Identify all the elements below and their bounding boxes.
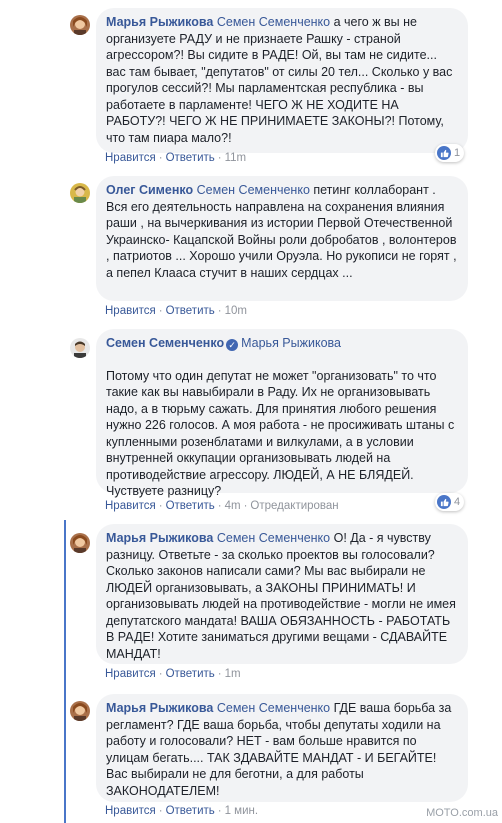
comment-actions: Нравится · Ответить · 1m — [105, 668, 241, 680]
avatar[interactable] — [70, 183, 90, 203]
avatar[interactable] — [70, 701, 90, 721]
author-name[interactable]: Марья Рыжикова — [106, 531, 213, 545]
author-name[interactable]: Марья Рыжикова — [106, 15, 213, 29]
reaction-count[interactable]: 4 — [435, 493, 465, 511]
avatar[interactable] — [70, 338, 90, 358]
timestamp[interactable]: 1 мин. — [225, 805, 258, 817]
comment-text: Потому что один депутат не может "органи… — [106, 368, 455, 499]
like-link[interactable]: Нравится — [105, 668, 156, 680]
comment-actions: Нравится · Ответить · 11m — [105, 152, 247, 164]
comment-bubble: Марья Рыжикова Семен Семенченко а чего ж… — [96, 8, 468, 153]
reply-link[interactable]: Ответить — [166, 805, 215, 817]
site-watermark: MOTO.com.ua — [426, 807, 498, 819]
reply-link[interactable]: Ответить — [166, 668, 215, 680]
timestamp[interactable]: 4m — [225, 500, 241, 512]
comment-header: Семен Семенченко ✓ Марья Рыжикова — [106, 335, 458, 352]
thread-indicator — [64, 520, 66, 823]
mention-link[interactable]: Марья Рыжикова — [241, 336, 341, 350]
reply-link[interactable]: Ответить — [166, 305, 215, 317]
verified-badge-icon: ✓ — [226, 339, 239, 351]
like-link[interactable]: Нравится — [105, 500, 156, 512]
comment-bubble: Олег Сименко Семен Семенченко петинг кол… — [96, 176, 468, 301]
mention-link[interactable]: Семен Семенченко — [217, 531, 330, 545]
timestamp[interactable]: 1m — [225, 668, 241, 680]
timestamp[interactable]: 10m — [225, 305, 247, 317]
thumbs-up-icon — [437, 146, 451, 160]
comment-bubble: Марья Рыжикова Семен Семенченко О! Да - … — [96, 524, 468, 664]
reply-link[interactable]: Ответить — [166, 500, 215, 512]
reaction-number: 4 — [454, 496, 461, 508]
reply-link[interactable]: Ответить — [166, 152, 215, 164]
comment-actions: Нравится · Ответить · 4m · Отредактирован — [105, 500, 339, 512]
comment-actions: Нравится · Ответить · 10m — [105, 305, 247, 317]
comment-bubble: Марья Рыжикова Семен Семенченко ГДЕ ваша… — [96, 694, 468, 802]
like-link[interactable]: Нравится — [105, 152, 156, 164]
comment-actions: Нравится · Ответить · 1 мин. — [105, 805, 259, 817]
comment-text: а чего ж вы не организуете РАДУ и не при… — [106, 15, 453, 145]
like-link[interactable]: Нравится — [105, 305, 156, 317]
author-name[interactable]: Семен Семенченко — [106, 336, 224, 350]
mention-link[interactable]: Семен Семенченко — [217, 15, 330, 29]
reaction-number: 1 — [454, 147, 461, 159]
timestamp[interactable]: 11m — [225, 152, 247, 164]
author-name[interactable]: Марья Рыжикова — [106, 701, 213, 715]
author-name[interactable]: Олег Сименко — [106, 183, 193, 197]
mention-link[interactable]: Семен Семенченко — [197, 183, 310, 197]
thumbs-up-icon — [437, 495, 451, 509]
comment-text: О! Да - я чувству разницу. Ответьте - за… — [106, 531, 456, 661]
avatar[interactable] — [70, 15, 90, 35]
mention-link[interactable]: Семен Семенченко — [217, 701, 330, 715]
like-link[interactable]: Нравится — [105, 805, 156, 817]
comment-bubble: Семен Семенченко ✓ Марья Рыжикова Потому ч… — [96, 329, 468, 498]
comment-text: петинг коллаборант . Вся его деятельност… — [106, 183, 457, 280]
comment-text: ГДЕ ваша борьба за регламент? ГДЕ ваша б… — [106, 701, 452, 798]
edited-label[interactable]: Отредактирован — [250, 500, 338, 512]
avatar[interactable] — [70, 533, 90, 553]
reaction-count[interactable]: 1 — [435, 144, 465, 162]
